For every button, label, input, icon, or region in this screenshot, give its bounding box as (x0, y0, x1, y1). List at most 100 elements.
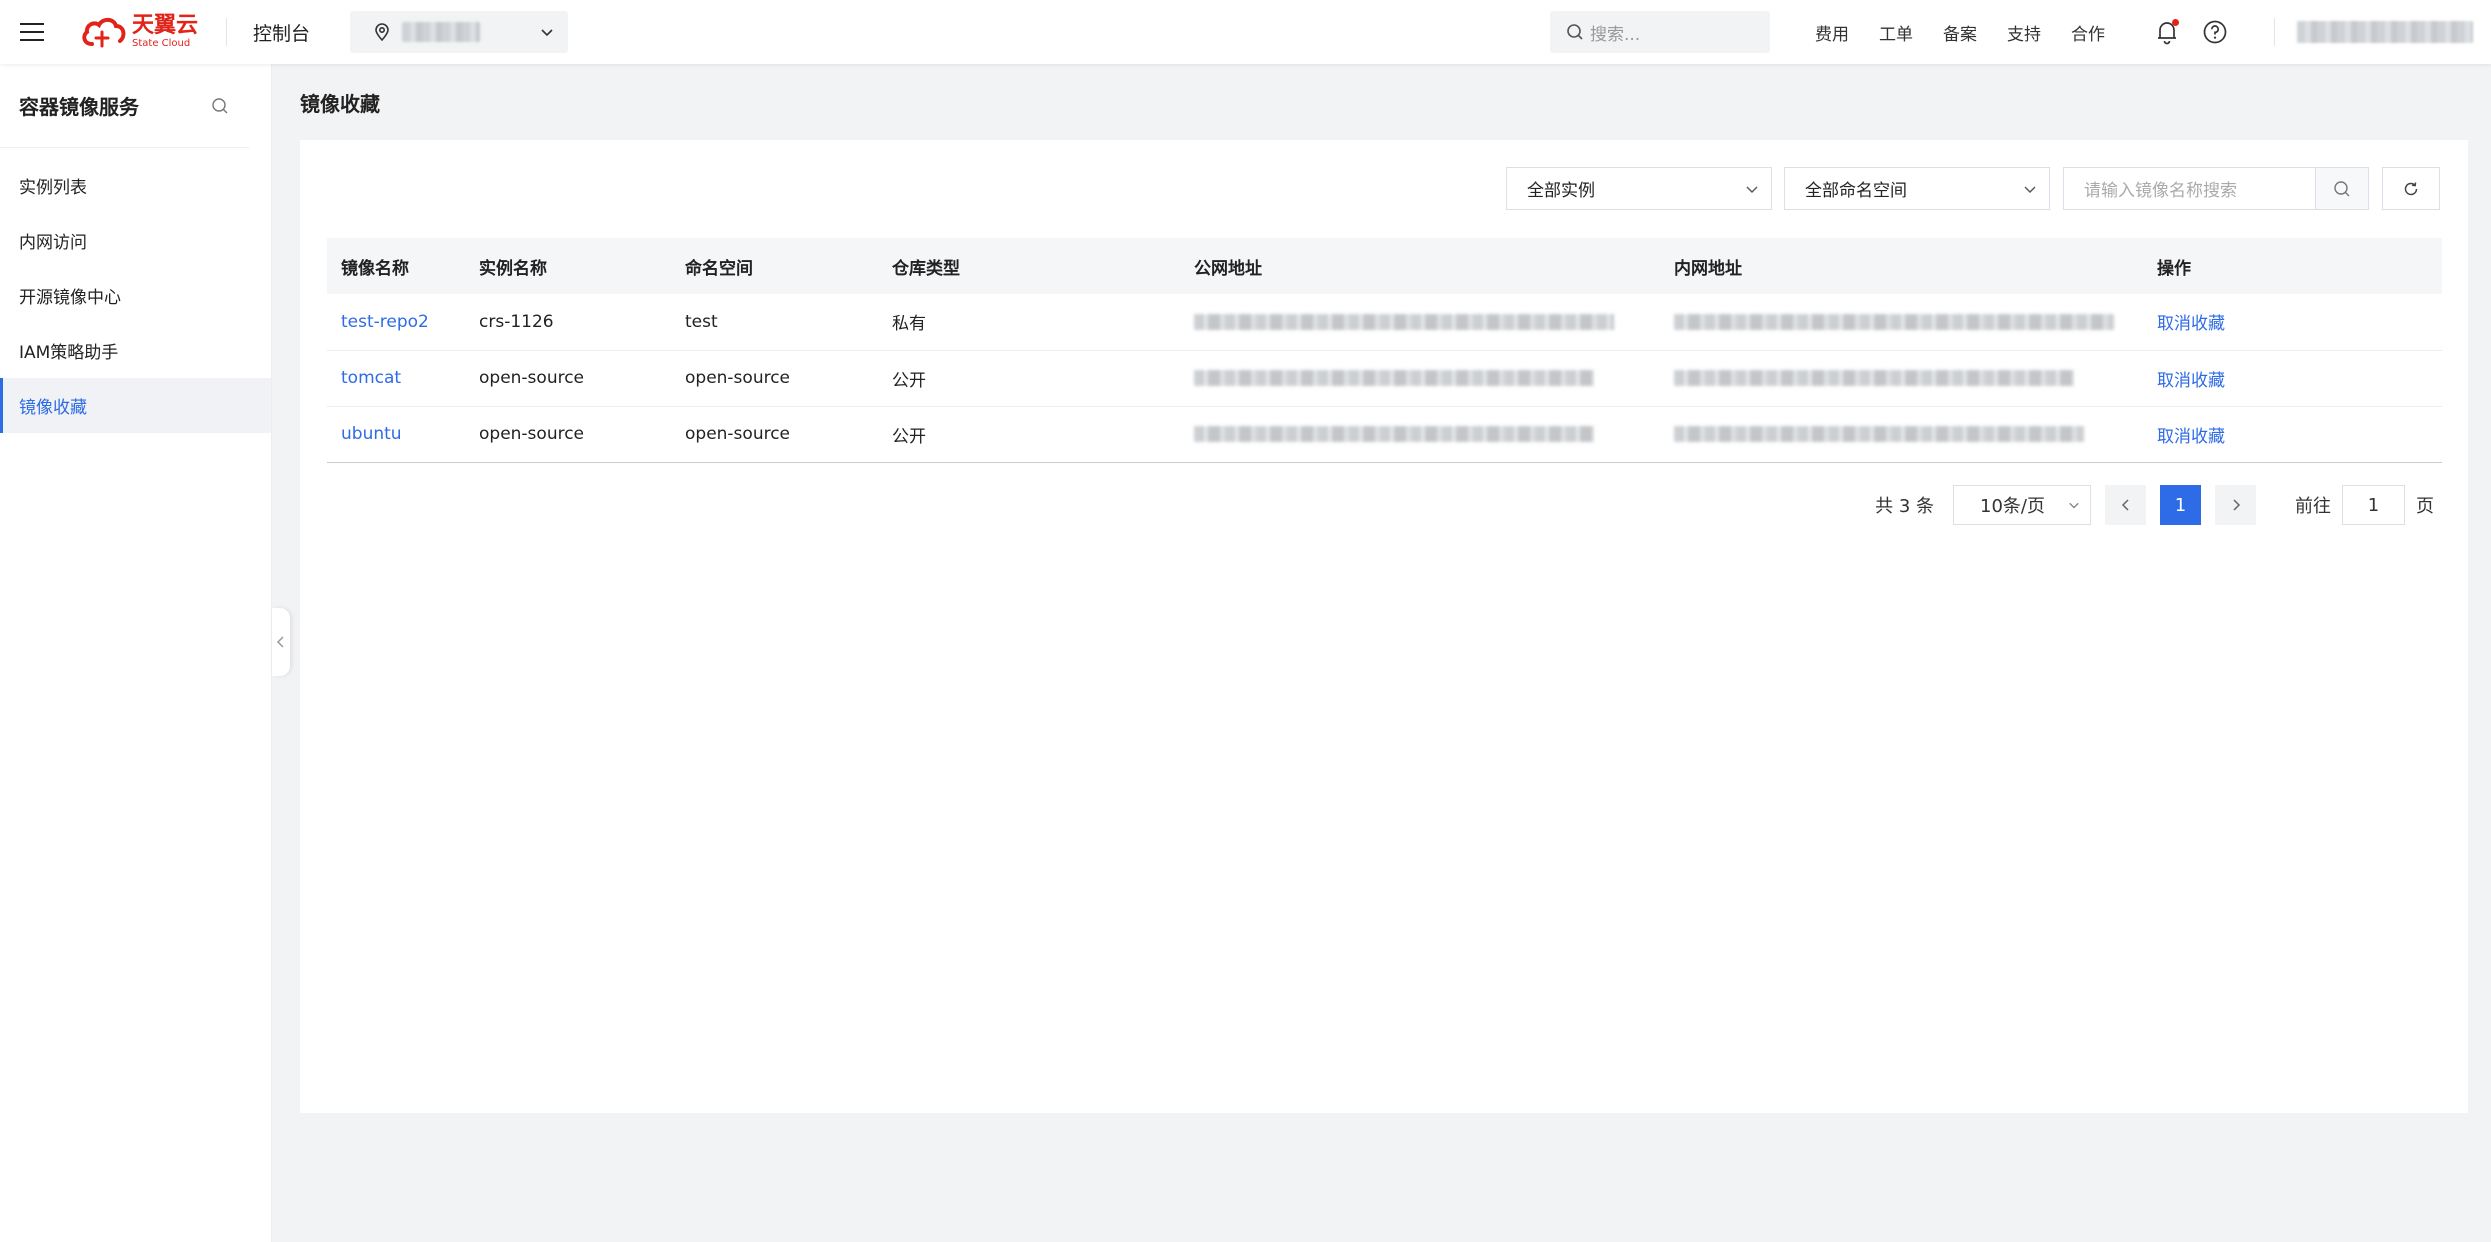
content-card: 全部实例 全部命名空间 请输入镜像名称搜索 镜像名称 实例名称 命名空间 仓库类… (300, 140, 2468, 1113)
nav-link-tickets[interactable]: 工单 (1879, 20, 1913, 45)
instance-name-cell: open-source (465, 406, 671, 463)
column-header: 公网地址 (1180, 238, 1660, 294)
goto-label: 前往 (2295, 496, 2331, 517)
intranet-address-redacted (1674, 426, 2084, 442)
table-row: test-repo2 crs-1126 test 私有 取消收藏 (327, 294, 2442, 351)
sidebar-item-label: 内网访问 (19, 233, 87, 253)
chevron-down-icon (1746, 186, 1758, 193)
unfavorite-link[interactable]: 取消收藏 (2157, 427, 2225, 447)
sidebar-item-label: 镜像收藏 (19, 398, 87, 418)
unfavorite-link[interactable]: 取消收藏 (2157, 371, 2225, 391)
sidebar: 容器镜像服务 实例列表 内网访问 开源镜像中心 IAM策略助手 镜像收藏 (0, 64, 272, 1242)
sidebar-item-label: IAM策略助手 (19, 343, 119, 363)
image-name-search-input[interactable]: 请输入镜像名称搜索 (2063, 167, 2315, 210)
cloud-logo-icon (82, 17, 126, 48)
table-header-row: 镜像名称 实例名称 命名空间 仓库类型 公网地址 内网地址 操作 (327, 238, 2442, 294)
global-search-placeholder: 搜索... (1590, 24, 1641, 45)
pagination: 共 3 条 10条/页 1 前往 1 页 (1875, 485, 2434, 525)
public-address-redacted (1194, 313, 1614, 330)
search-button[interactable] (2315, 167, 2369, 210)
table-row: tomcat open-source open-source 公开 取消收藏 (327, 350, 2442, 407)
chevron-right-icon (2232, 499, 2240, 511)
chevron-down-icon (541, 29, 553, 37)
repo-type-cell: 私有 (878, 294, 1180, 351)
sidebar-item-open-source-center[interactable]: 开源镜像中心 (0, 268, 271, 323)
image-name-link[interactable]: ubuntu (341, 424, 402, 444)
sidebar-item-intranet-access[interactable]: 内网访问 (0, 213, 271, 268)
question-circle-icon[interactable] (2202, 19, 2228, 45)
instance-name-cell: crs-1126 (465, 294, 671, 351)
next-page-button[interactable] (2215, 485, 2256, 525)
header-divider-right (2274, 18, 2275, 46)
sidebar-item-instance-list[interactable]: 实例列表 (0, 158, 271, 213)
page-title: 镜像收藏 (300, 92, 380, 116)
namespace-cell: open-source (671, 406, 878, 463)
region-name-redacted (402, 22, 481, 42)
sidebar-item-image-favorites[interactable]: 镜像收藏 (0, 378, 271, 433)
column-header: 镜像名称 (327, 238, 465, 294)
namespace-filter-select[interactable]: 全部命名空间 (1784, 167, 2050, 210)
current-page-button[interactable]: 1 (2160, 485, 2201, 525)
chevron-down-icon (2069, 502, 2079, 509)
nav-link-filing[interactable]: 备案 (1943, 20, 1977, 45)
sidebar-item-label: 开源镜像中心 (19, 288, 121, 308)
sidebar-collapse-handle[interactable] (272, 608, 290, 676)
nav-link-fees[interactable]: 费用 (1815, 20, 1849, 45)
namespace-cell: test (671, 294, 878, 351)
page-suffix-label: 页 (2416, 496, 2434, 517)
page-size-select[interactable]: 10条/页 (1953, 485, 2091, 525)
refresh-icon (2404, 181, 2418, 195)
search-icon (1567, 24, 1583, 40)
image-name-link[interactable]: test-repo2 (341, 312, 429, 332)
namespace-filter-value: 全部命名空间 (1805, 181, 1907, 201)
map-pin-icon (375, 23, 389, 41)
brand-subtitle: State Cloud (132, 38, 191, 49)
intranet-address-redacted (1674, 313, 2114, 330)
instance-filter-select[interactable]: 全部实例 (1506, 167, 1772, 210)
repo-type-cell: 公开 (878, 350, 1180, 407)
table-row: ubuntu open-source open-source 公开 取消收藏 (327, 406, 2442, 463)
nav-link-support[interactable]: 支持 (2007, 20, 2041, 45)
sidebar-item-label: 实例列表 (19, 178, 87, 198)
repo-type-cell: 公开 (878, 406, 1180, 463)
chevron-down-icon (2024, 186, 2036, 193)
logo[interactable]: 天翼云 State Cloud (80, 0, 198, 64)
page-size-value: 10条/页 (1980, 496, 2045, 517)
brand-name: 天翼云 (132, 13, 199, 38)
sidebar-item-iam-policy-helper[interactable]: IAM策略助手 (0, 323, 271, 378)
search-icon (2334, 180, 2350, 196)
goto-page-input[interactable]: 1 (2342, 485, 2405, 525)
header-divider (226, 18, 228, 46)
hamburger-menu-icon[interactable] (0, 0, 64, 64)
public-address-redacted (1194, 426, 1594, 442)
refresh-button[interactable] (2382, 167, 2440, 210)
prev-page-button[interactable] (2105, 485, 2146, 525)
public-address-redacted (1194, 370, 1594, 386)
nav-link-partner[interactable]: 合作 (2071, 20, 2105, 45)
unfavorite-link[interactable]: 取消收藏 (2157, 314, 2225, 334)
search-icon[interactable] (211, 97, 229, 115)
column-header: 命名空间 (671, 238, 878, 294)
bell-icon[interactable] (2154, 19, 2180, 45)
filter-toolbar: 全部实例 全部命名空间 请输入镜像名称搜索 (1506, 167, 2440, 210)
namespace-cell: open-source (671, 350, 878, 407)
column-header: 内网地址 (1660, 238, 2143, 294)
console-link[interactable]: 控制台 (253, 19, 310, 46)
intranet-address-redacted (1674, 370, 2074, 386)
top-navigation-bar: 天翼云 State Cloud 控制台 搜索... 费用 工单 备案 支持 合作 (0, 0, 2491, 64)
global-search-input[interactable]: 搜索... (1550, 11, 1770, 53)
total-count: 共 3 条 (1875, 496, 1934, 517)
favorites-table: 镜像名称 实例名称 命名空间 仓库类型 公网地址 内网地址 操作 test-re… (327, 238, 2442, 463)
column-header: 操作 (2143, 238, 2442, 294)
instance-filter-value: 全部实例 (1527, 181, 1595, 201)
notification-dot (2172, 19, 2179, 26)
chevron-left-icon (276, 636, 284, 648)
chevron-left-icon (2121, 499, 2129, 511)
region-selector[interactable] (350, 11, 569, 53)
user-account-menu[interactable] (2297, 21, 2491, 43)
image-name-link[interactable]: tomcat (341, 368, 401, 388)
instance-name-cell: open-source (465, 350, 671, 407)
column-header: 仓库类型 (878, 238, 1180, 294)
sidebar-title: 容器镜像服务 (19, 95, 139, 119)
column-header: 实例名称 (465, 238, 671, 294)
